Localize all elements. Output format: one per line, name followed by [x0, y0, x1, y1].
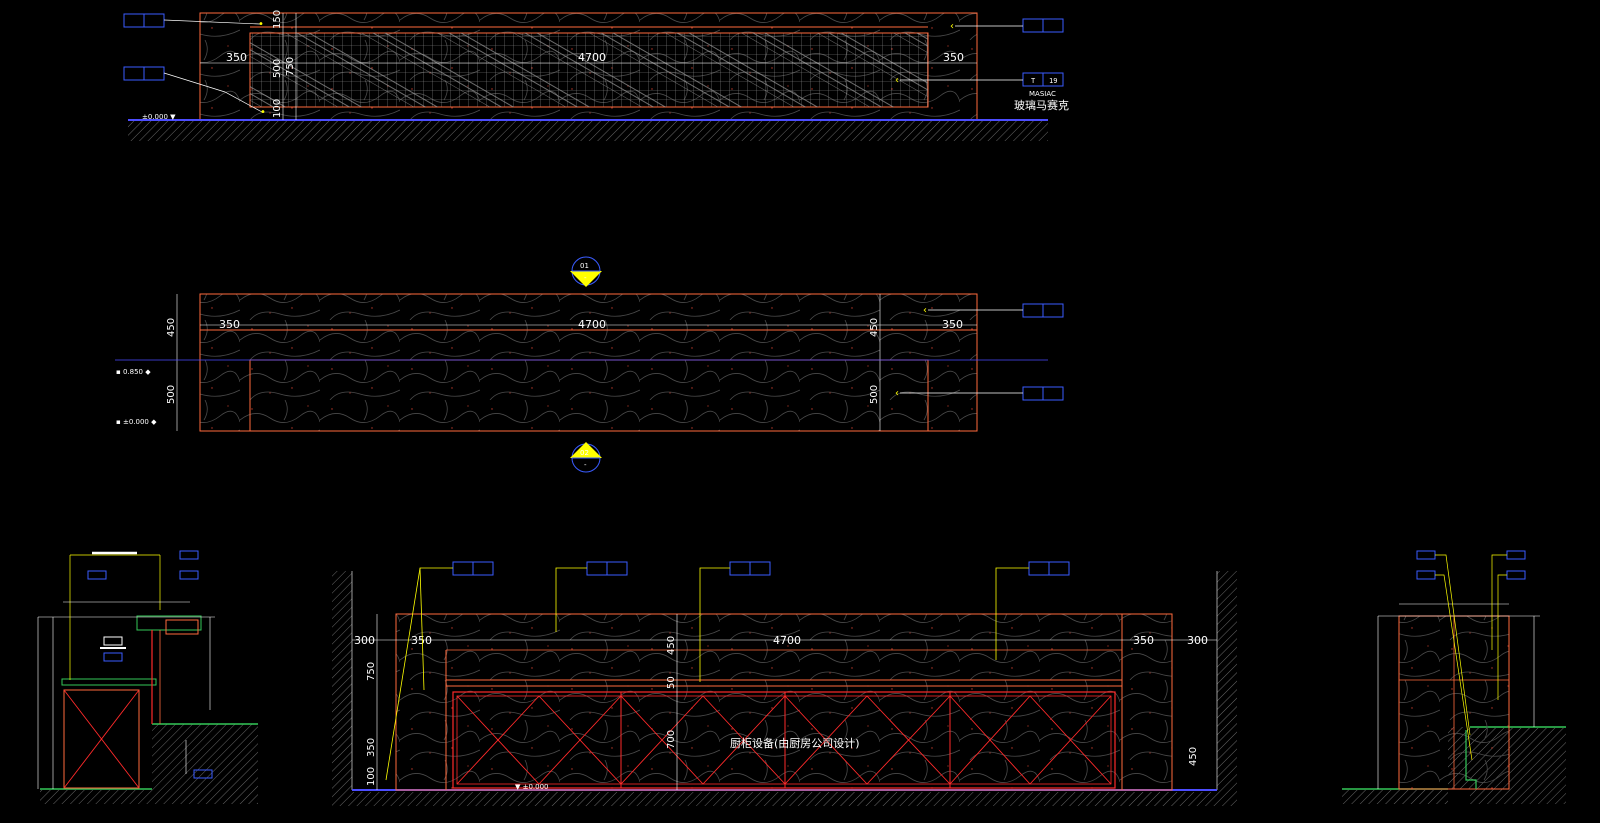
bottom-dim-center: 4700: [773, 634, 801, 647]
top-elevation: 350 4700 350 150 500 750 100 • • ‹ T 19 …: [123, 10, 1069, 141]
svg-text:•: •: [258, 19, 264, 30]
mosaic-label-en: MASIAC: [1029, 90, 1056, 98]
marker-top-number: 01: [580, 262, 589, 270]
right-section-detail: [1342, 550, 1566, 804]
middle-wall-outline: [199, 293, 978, 432]
top-dim-center: 4700: [578, 51, 606, 64]
top-ground-hatch: [128, 121, 1048, 141]
mosaic-label-cn: 玻璃马赛克: [1014, 98, 1069, 112]
middle-dim-450: 450: [166, 318, 177, 337]
middle-dim-500: 500: [166, 385, 177, 404]
bottom-dim-50: 50: [666, 676, 677, 689]
top-dim-left: 350: [226, 51, 247, 64]
middle-dim-r500: 500: [869, 385, 880, 404]
cabinet-label: 厨柜设备(由厨房公司设计): [730, 736, 860, 750]
top-dim-500: 500: [272, 59, 283, 78]
middle-dim-center: 4700: [578, 318, 606, 331]
bottom-dim-a: 300: [354, 634, 375, 647]
bottom-dim-r450: 450: [1188, 747, 1199, 766]
bottom-elevation: 厨柜设备(由厨房公司设计) 300 350 4700 350 300 750 3…: [332, 561, 1237, 806]
svg-text:-: -: [584, 461, 587, 469]
svg-text:•: •: [260, 107, 266, 118]
middle-elevation: 350 4700 350 450 500 450 500 01 - 02 - ‹…: [115, 256, 1064, 473]
svg-text:‹: ‹: [950, 21, 954, 32]
svg-text:‹: ‹: [895, 75, 899, 86]
top-dim-right: 350: [943, 51, 964, 64]
bottom-dim-350: 350: [366, 738, 377, 757]
section-marker-bottom: 02 -: [570, 442, 602, 473]
bottom-dim-450: 450: [666, 636, 677, 655]
svg-text:‹: ‹: [895, 388, 899, 399]
section-marker-top: 01 -: [570, 256, 602, 287]
middle-dim-left: 350: [219, 318, 240, 331]
marker-bottom-number: 02: [580, 449, 589, 457]
svg-text:▪ 0.850 ◆: ▪ 0.850 ◆: [116, 368, 151, 376]
middle-dim-r450: 450: [869, 318, 880, 337]
cad-drawing: 350 4700 350 150 500 750 100 • • ‹ T 19 …: [37, 10, 1566, 806]
left-section-detail: [37, 550, 258, 804]
top-dim-750: 750: [285, 57, 296, 76]
bottom-dim-b: 350: [411, 634, 432, 647]
top-dim-100: 100: [272, 99, 283, 118]
bottom-dim-100: 100: [366, 767, 377, 786]
mosaic-code-right: 19: [1049, 77, 1057, 85]
bottom-dim-750: 750: [366, 662, 377, 681]
svg-text:▼ ±0.000: ▼ ±0.000: [515, 783, 549, 791]
mosaic-code-left: T: [1031, 77, 1036, 85]
svg-text:±0.000 ▼: ±0.000 ▼: [142, 113, 176, 121]
bottom-dim-c: 350: [1133, 634, 1154, 647]
svg-text:‹: ‹: [923, 305, 927, 316]
bottom-dim-700: 700: [666, 730, 677, 749]
svg-text:▪ ±0.000 ◆: ▪ ±0.000 ◆: [116, 418, 157, 426]
bottom-dim-d: 300: [1187, 634, 1208, 647]
middle-dim-right: 350: [942, 318, 963, 331]
top-dim-150: 150: [272, 10, 283, 29]
